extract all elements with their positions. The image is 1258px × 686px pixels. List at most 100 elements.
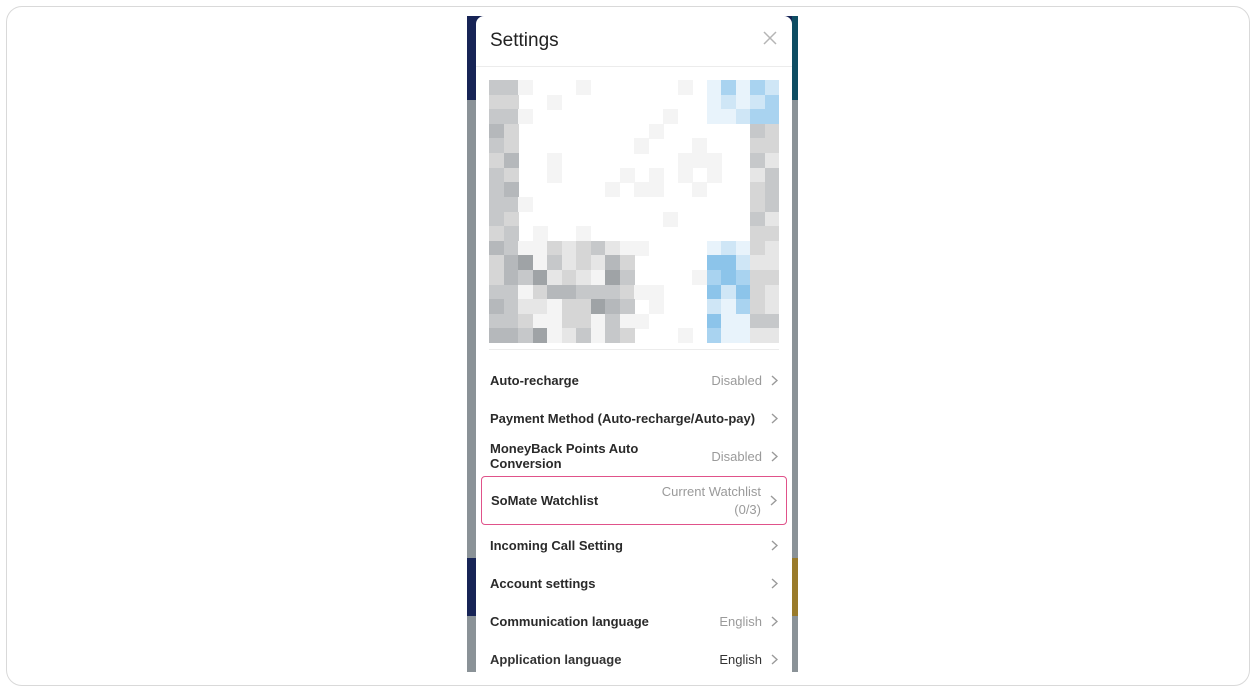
qr-pixel	[706, 313, 722, 329]
qr-pixel	[547, 94, 562, 110]
qr-pixel	[735, 299, 751, 315]
setting-moneyback-auto-conversion[interactable]: MoneyBack Points Auto Conversion Disable…	[476, 437, 792, 475]
qr-pixel	[619, 313, 635, 329]
qr-pixel	[605, 182, 620, 198]
qr-pixel	[576, 226, 591, 242]
qr-pixel	[518, 299, 533, 315]
setting-auto-recharge[interactable]: Auto-recharge Disabled	[476, 361, 792, 399]
qr-pixel	[735, 269, 751, 286]
qr-pixel	[576, 328, 591, 343]
qr-pixel	[576, 80, 591, 96]
qr-pixel	[750, 94, 765, 110]
qr-pixel	[503, 138, 519, 154]
chevron-right-icon	[770, 450, 778, 462]
qr-pixel	[750, 138, 765, 154]
setting-value: English	[719, 613, 762, 629]
setting-label: Incoming Call Setting	[490, 537, 623, 553]
qr-pixel	[489, 123, 504, 139]
qr-pixel	[489, 313, 504, 329]
setting-label: Auto-recharge	[490, 372, 579, 388]
qr-pixel	[503, 313, 519, 329]
chevron-right-icon	[770, 653, 778, 665]
qr-pixel	[503, 255, 519, 271]
qr-pixel	[764, 153, 779, 169]
setting-application-language[interactable]: Application language English	[476, 640, 792, 676]
qr-pixel	[706, 80, 722, 96]
setting-somate-watchlist[interactable]: SoMate Watchlist Current Watchlist (0/3)	[481, 476, 787, 525]
qr-pixel	[590, 269, 606, 286]
qr-pixel	[692, 269, 707, 286]
qr-pixel	[721, 80, 736, 96]
qr-pixel	[764, 211, 779, 227]
chevron-right-icon	[770, 374, 778, 386]
qr-pixel	[518, 196, 533, 212]
qr-pixel	[532, 284, 548, 300]
qr-pixel	[634, 313, 649, 329]
qr-pixel	[764, 123, 779, 139]
qr-pixel	[764, 226, 779, 242]
setting-payment-method[interactable]: Payment Method (Auto-recharge/Auto-pay)	[476, 399, 792, 437]
qr-pixel	[706, 269, 722, 286]
qr-pixel	[503, 284, 519, 300]
qr-pixel	[634, 182, 649, 198]
qr-pixel	[547, 313, 562, 329]
qr-pixel	[489, 109, 504, 125]
qr-pixel	[605, 269, 620, 286]
qr-pixel	[547, 284, 562, 300]
qr-pixel	[518, 313, 533, 329]
qr-pixel	[561, 299, 577, 315]
qr-pixel	[764, 196, 779, 212]
qr-pixel	[590, 284, 606, 300]
qr-pixel	[634, 284, 649, 300]
qr-pixel	[764, 328, 779, 343]
qr-pixel	[764, 94, 779, 110]
qr-pixel	[619, 240, 635, 256]
qr-pixel	[503, 80, 519, 96]
settings-list: Auto-recharge Disabled Payment Method (A…	[476, 361, 792, 676]
qr-pixel	[721, 255, 736, 271]
qr-pixel	[605, 255, 620, 271]
divider	[489, 349, 779, 350]
close-icon	[763, 31, 777, 45]
qr-pixel	[619, 167, 635, 183]
qr-pixel	[489, 167, 504, 183]
qr-pixel	[518, 240, 533, 256]
qr-pixel	[503, 196, 519, 212]
qr-pixel	[735, 80, 751, 96]
qr-pixel	[764, 138, 779, 154]
qr-pixel	[706, 94, 722, 110]
qr-pixel	[547, 167, 562, 183]
qr-pixel	[576, 255, 591, 271]
setting-label: Application language	[490, 651, 622, 667]
setting-account-settings[interactable]: Account settings	[476, 564, 792, 602]
chevron-right-icon	[770, 539, 778, 551]
setting-incoming-call[interactable]: Incoming Call Setting	[476, 526, 792, 564]
qr-pixel	[750, 255, 765, 271]
qr-pixel	[489, 138, 504, 154]
qr-pixel	[619, 269, 635, 286]
qr-pixel	[750, 269, 765, 286]
qr-pixel	[692, 153, 707, 169]
qr-pixel	[590, 328, 606, 343]
chevron-right-icon	[770, 412, 778, 424]
qr-pixel	[648, 299, 664, 315]
qr-pixel	[750, 313, 765, 329]
watchlist-count: (0/3)	[734, 501, 761, 517]
close-button[interactable]	[760, 28, 780, 48]
qr-pixel	[489, 269, 504, 286]
qr-pixel	[750, 226, 765, 242]
qr-pixel	[518, 109, 533, 125]
qr-pixel	[750, 167, 765, 183]
qr-pixel	[619, 255, 635, 271]
qr-pixel	[750, 240, 765, 256]
qr-pixel	[605, 313, 620, 329]
qr-pixel	[503, 167, 519, 183]
qr-pixel	[721, 109, 736, 125]
qr-pixel	[764, 269, 779, 286]
qr-pixel	[547, 240, 562, 256]
qr-pixel	[735, 240, 751, 256]
qr-pixel	[561, 255, 577, 271]
setting-label: SoMate Watchlist	[491, 493, 599, 508]
setting-communication-language[interactable]: Communication language English	[476, 602, 792, 640]
qr-pixel	[561, 313, 577, 329]
